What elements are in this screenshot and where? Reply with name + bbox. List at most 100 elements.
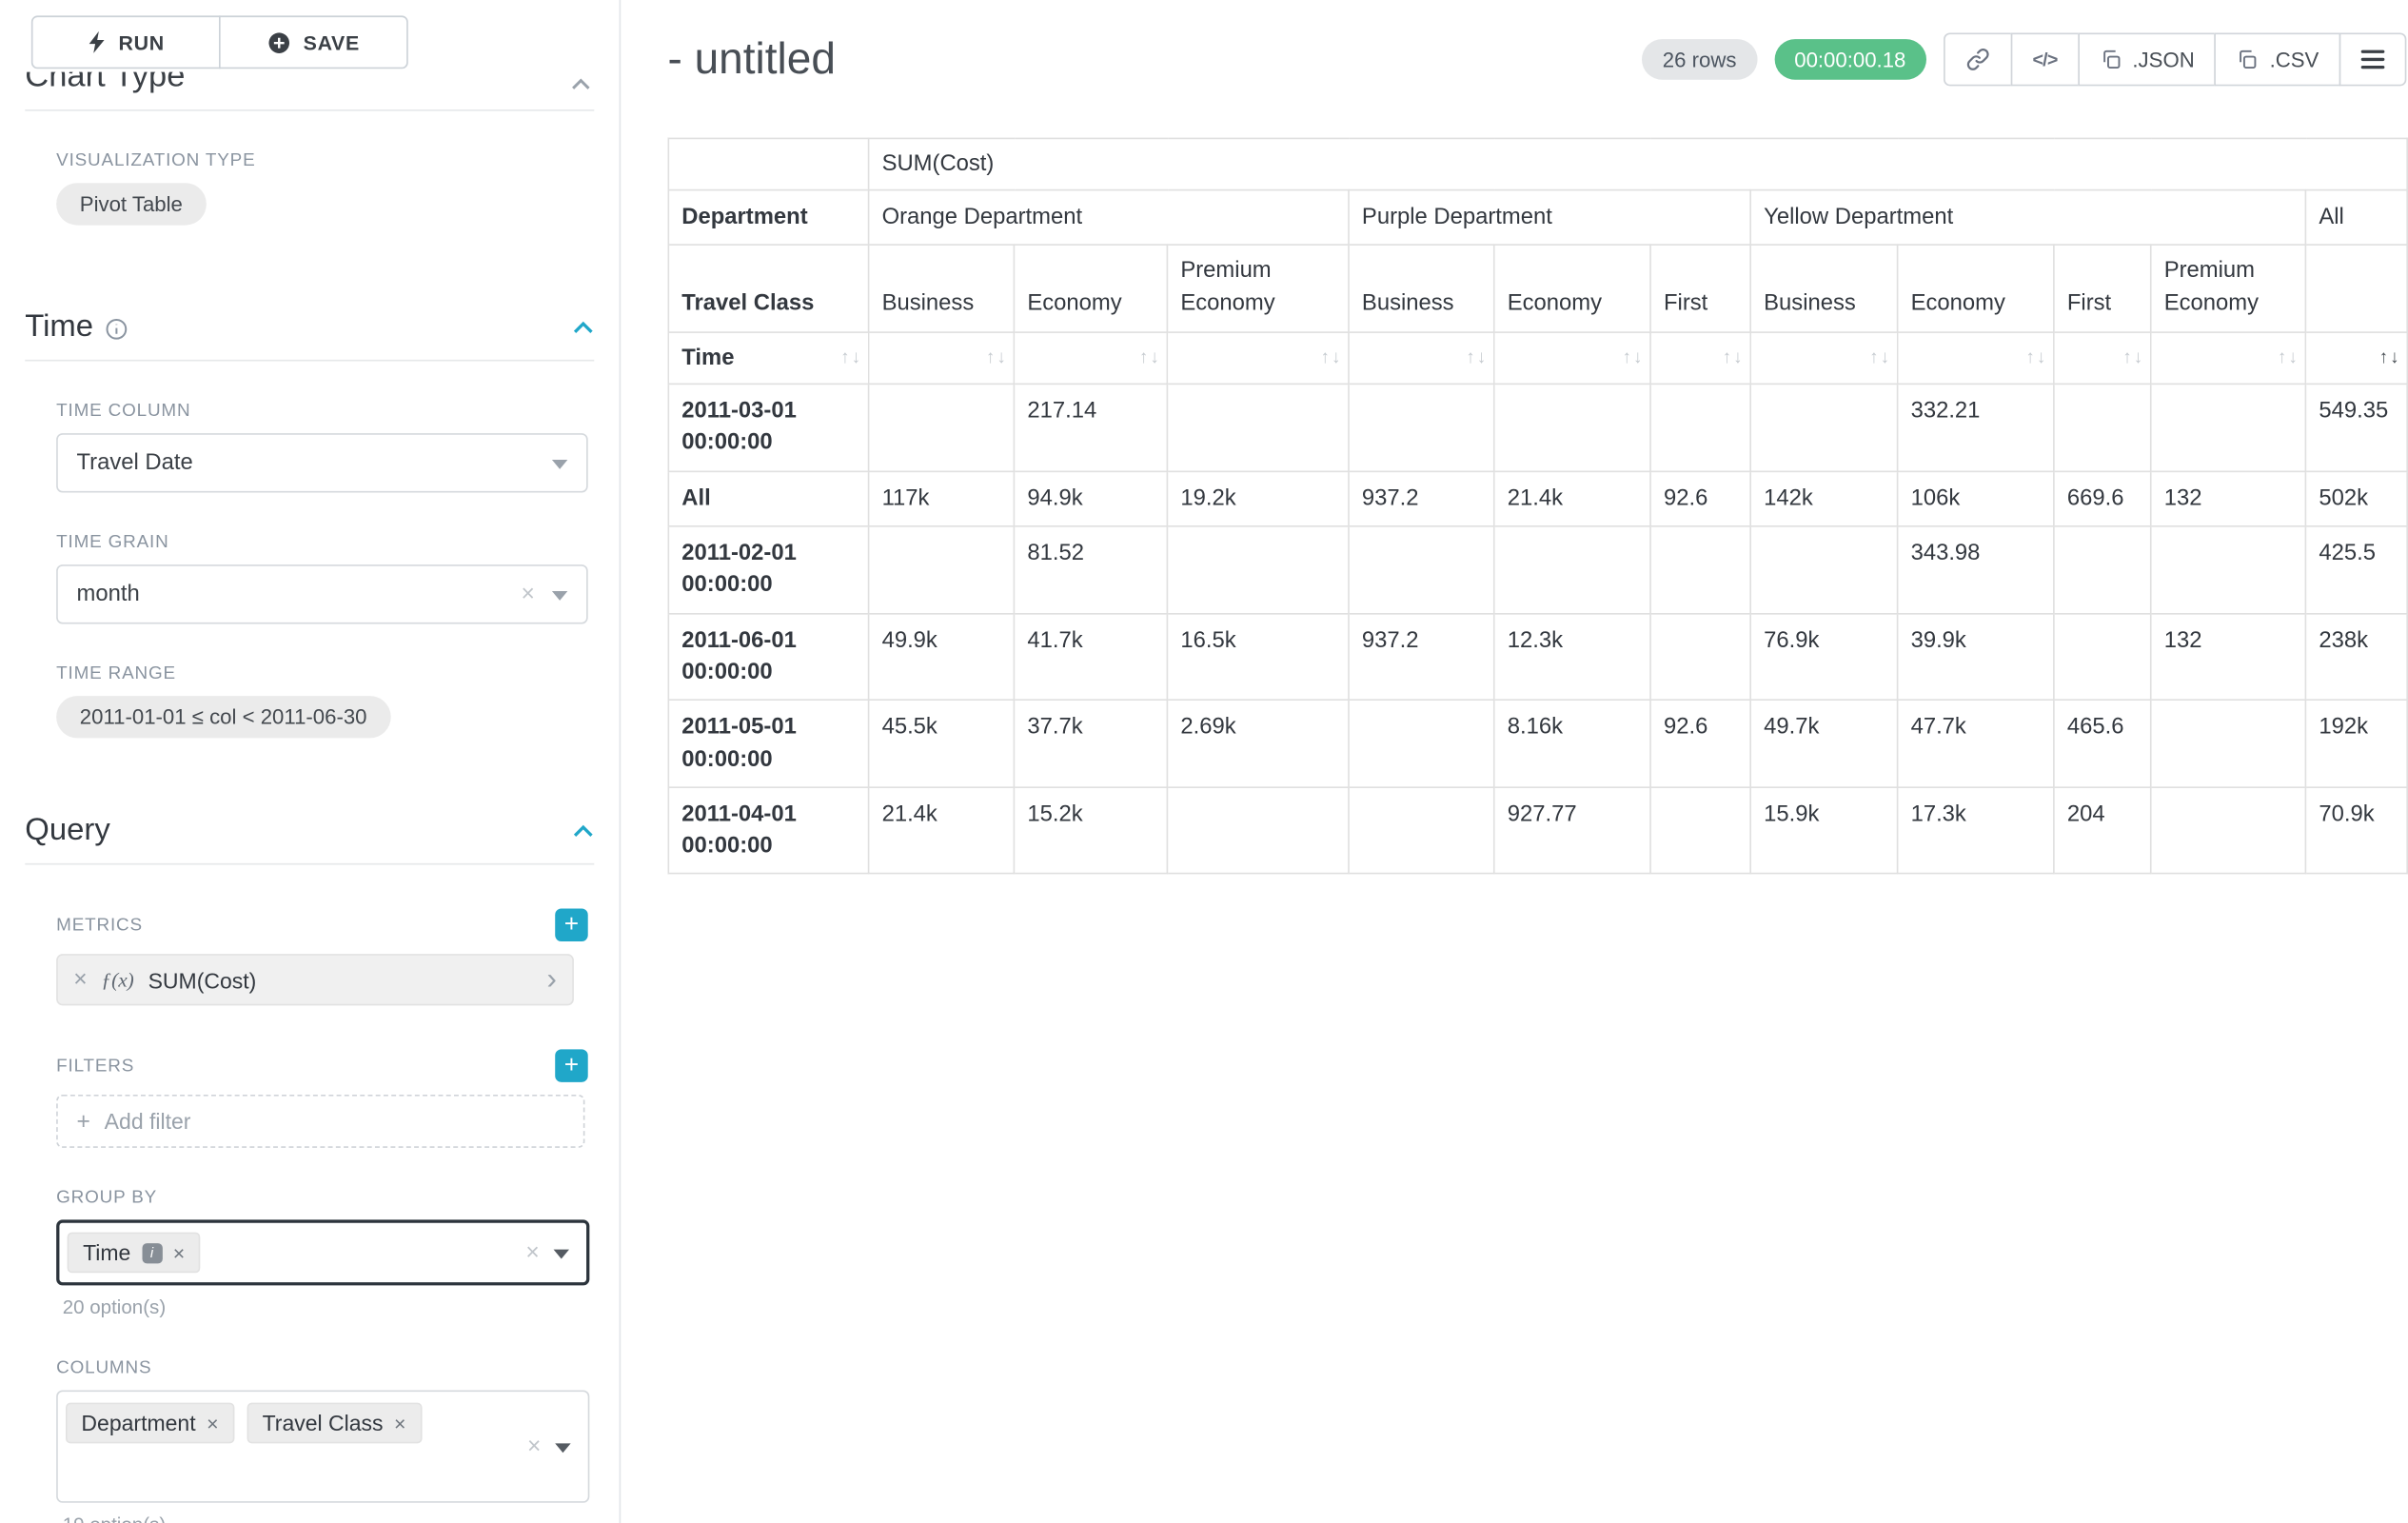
sort-toggle-icon[interactable]: ↑↓ xyxy=(1138,346,1160,370)
column-info-icon[interactable]: i xyxy=(142,1242,162,1262)
clear-icon[interactable]: × xyxy=(525,1239,539,1266)
sort-toggle-icon[interactable]: ↑↓ xyxy=(1722,346,1744,370)
add-filter-plus-button[interactable]: + xyxy=(555,1049,588,1082)
remove-chip-icon[interactable]: × xyxy=(173,1241,185,1265)
explore-page: RUN SAVE Chart Type VISUALIZATION TYPE P… xyxy=(0,0,2408,1523)
group-by-select[interactable]: Timei× × xyxy=(56,1219,589,1285)
pivot-sort-cell[interactable]: ↑↓ xyxy=(1898,332,2054,385)
embed-code-button[interactable]: </> xyxy=(2010,32,2079,86)
query-section-title: Query xyxy=(25,812,109,848)
add-filter-button[interactable]: + Add filter xyxy=(56,1095,584,1148)
pivot-value-cell: 19.2k xyxy=(1167,471,1349,526)
pivot-column-group: Orange Department xyxy=(869,190,1349,246)
pivot-sort-cell[interactable]: ↑↓ xyxy=(1167,332,1349,385)
export-csv-button[interactable]: .CSV xyxy=(2215,32,2340,86)
chart-type-section-header[interactable]: Chart Type xyxy=(25,72,594,97)
sort-toggle-icon[interactable]: ↑↓ xyxy=(1465,346,1487,370)
pivot-axis-time[interactable]: Time↑↓ xyxy=(668,332,868,385)
pivot-value-cell xyxy=(1167,526,1349,613)
save-button[interactable]: SAVE xyxy=(219,15,408,69)
pivot-value-cell: 45.5k xyxy=(869,701,1015,787)
add-metric-button[interactable]: + xyxy=(555,908,588,941)
pivot-sort-cell[interactable]: ↑↓ xyxy=(1494,332,1650,385)
clear-icon[interactable]: × xyxy=(527,1434,541,1460)
pivot-sort-cell[interactable]: ↑↓ xyxy=(1014,332,1167,385)
menu-button[interactable] xyxy=(2339,32,2407,86)
time-range-pill[interactable]: 2011-01-01 ≤ col < 2011-06-30 xyxy=(56,696,390,738)
selected-chip[interactable]: Timei× xyxy=(68,1233,201,1274)
pivot-value-cell: 669.6 xyxy=(2054,471,2151,526)
pivot-value-cell xyxy=(1167,787,1349,874)
add-filter-label: Add filter xyxy=(105,1109,191,1134)
pivot-value-cell: 549.35 xyxy=(2305,385,2407,471)
pivot-value-cell xyxy=(1650,787,1750,874)
pivot-row-label: 2011-05-01 00:00:00 xyxy=(668,701,868,787)
visualization-type-pill[interactable]: Pivot Table xyxy=(56,183,206,225)
chevron-up-icon[interactable] xyxy=(572,823,594,838)
lightning-icon xyxy=(88,31,107,53)
pivot-sort-cell[interactable]: ↑↓ xyxy=(2054,332,2151,385)
chevron-up-icon[interactable] xyxy=(572,320,594,334)
pivot-value-cell xyxy=(2151,701,2306,787)
run-button[interactable]: RUN xyxy=(31,15,221,69)
pivot-column-label: Economy xyxy=(1898,246,2054,332)
metric-chip[interactable]: × ƒ(x) SUM(Cost) › xyxy=(56,954,574,1005)
selected-chip[interactable]: Travel Class× xyxy=(247,1403,422,1444)
pivot-data-row: 2011-05-01 00:00:0045.5k37.7k2.69k8.16k9… xyxy=(668,701,2407,787)
selected-chip[interactable]: Department× xyxy=(66,1403,234,1444)
columns-select[interactable]: Department× Travel Class× × xyxy=(56,1390,589,1502)
screenshot-viewport: RUN SAVE Chart Type VISUALIZATION TYPE P… xyxy=(0,0,2408,1523)
time-grain-select[interactable]: month × xyxy=(56,564,588,623)
pivot-value-cell: 937.2 xyxy=(1349,471,1494,526)
columns-label: COLUMNS xyxy=(56,1359,588,1378)
sort-toggle-icon[interactable]: ↑↓ xyxy=(1868,346,1890,370)
columns-chips: Department× Travel Class× xyxy=(66,1403,422,1444)
sort-toggle-icon[interactable]: ↑↓ xyxy=(2277,346,2299,370)
time-section-header[interactable]: Time xyxy=(25,307,594,347)
sort-toggle-icon[interactable]: ↑↓ xyxy=(1622,346,1644,370)
query-section-header[interactable]: Query xyxy=(25,810,594,851)
pivot-value-cell xyxy=(2151,787,2306,874)
pivot-value-cell: 332.21 xyxy=(1898,385,2054,471)
chart-title[interactable]: - untitled xyxy=(667,34,835,85)
pivot-column-label: Business xyxy=(869,246,1015,332)
remove-metric-icon[interactable]: × xyxy=(73,966,87,993)
pivot-sort-cell[interactable]: ↑↓ xyxy=(1349,332,1494,385)
chart-header: - untitled 26 rows 00:00:00.18 </> .J xyxy=(667,29,2406,91)
pivot-sort-cell[interactable]: ↑↓ xyxy=(869,332,1015,385)
pivot-value-cell: 16.5k xyxy=(1167,613,1349,700)
sort-descending-icon[interactable]: ↑↓ xyxy=(2378,346,2400,370)
pivot-value-cell: 132 xyxy=(2151,471,2306,526)
caret-down-icon xyxy=(552,591,567,601)
pivot-sort-cell[interactable]: ↑↓ xyxy=(1650,332,1750,385)
sort-toggle-icon[interactable]: ↑↓ xyxy=(2122,346,2143,370)
pivot-value-cell: 12.3k xyxy=(1494,613,1650,700)
pivot-sort-cell[interactable]: ↑↓ xyxy=(2151,332,2306,385)
pivot-value-cell xyxy=(1494,526,1650,613)
pivot-value-cell: 106k xyxy=(1898,471,2054,526)
remove-chip-icon[interactable]: × xyxy=(394,1412,405,1435)
pivot-corner-cell xyxy=(668,138,868,190)
pivot-data-row: All117k94.9k19.2k937.221.4k92.6142k106k6… xyxy=(668,471,2407,526)
code-icon: </> xyxy=(2032,49,2057,70)
export-json-button[interactable]: .JSON xyxy=(2078,32,2217,86)
pivot-column-label: Economy xyxy=(1014,246,1167,332)
remove-chip-icon[interactable]: × xyxy=(207,1412,218,1435)
sort-toggle-icon[interactable]: ↑↓ xyxy=(1320,346,1342,370)
pivot-value-cell xyxy=(869,385,1015,471)
clear-icon[interactable]: × xyxy=(521,581,534,607)
copy-link-button[interactable] xyxy=(1944,32,2012,86)
pivot-value-cell: 92.6 xyxy=(1650,701,1750,787)
hamburger-icon xyxy=(2361,50,2385,69)
sort-toggle-icon[interactable]: ↑↓ xyxy=(839,346,861,370)
divider xyxy=(25,360,594,362)
pivot-sort-cell[interactable]: ↑↓ xyxy=(2305,332,2407,385)
sort-toggle-icon[interactable]: ↑↓ xyxy=(2024,346,2046,370)
pivot-column-label: Premium Economy xyxy=(1167,246,1349,332)
function-icon: ƒ(x) xyxy=(101,967,133,992)
pivot-axis-department: Department xyxy=(668,190,868,246)
pivot-metric-header: SUM(Cost) xyxy=(869,138,2408,190)
time-column-select[interactable]: Travel Date xyxy=(56,433,588,492)
sort-toggle-icon[interactable]: ↑↓ xyxy=(985,346,1007,370)
pivot-sort-cell[interactable]: ↑↓ xyxy=(1750,332,1897,385)
